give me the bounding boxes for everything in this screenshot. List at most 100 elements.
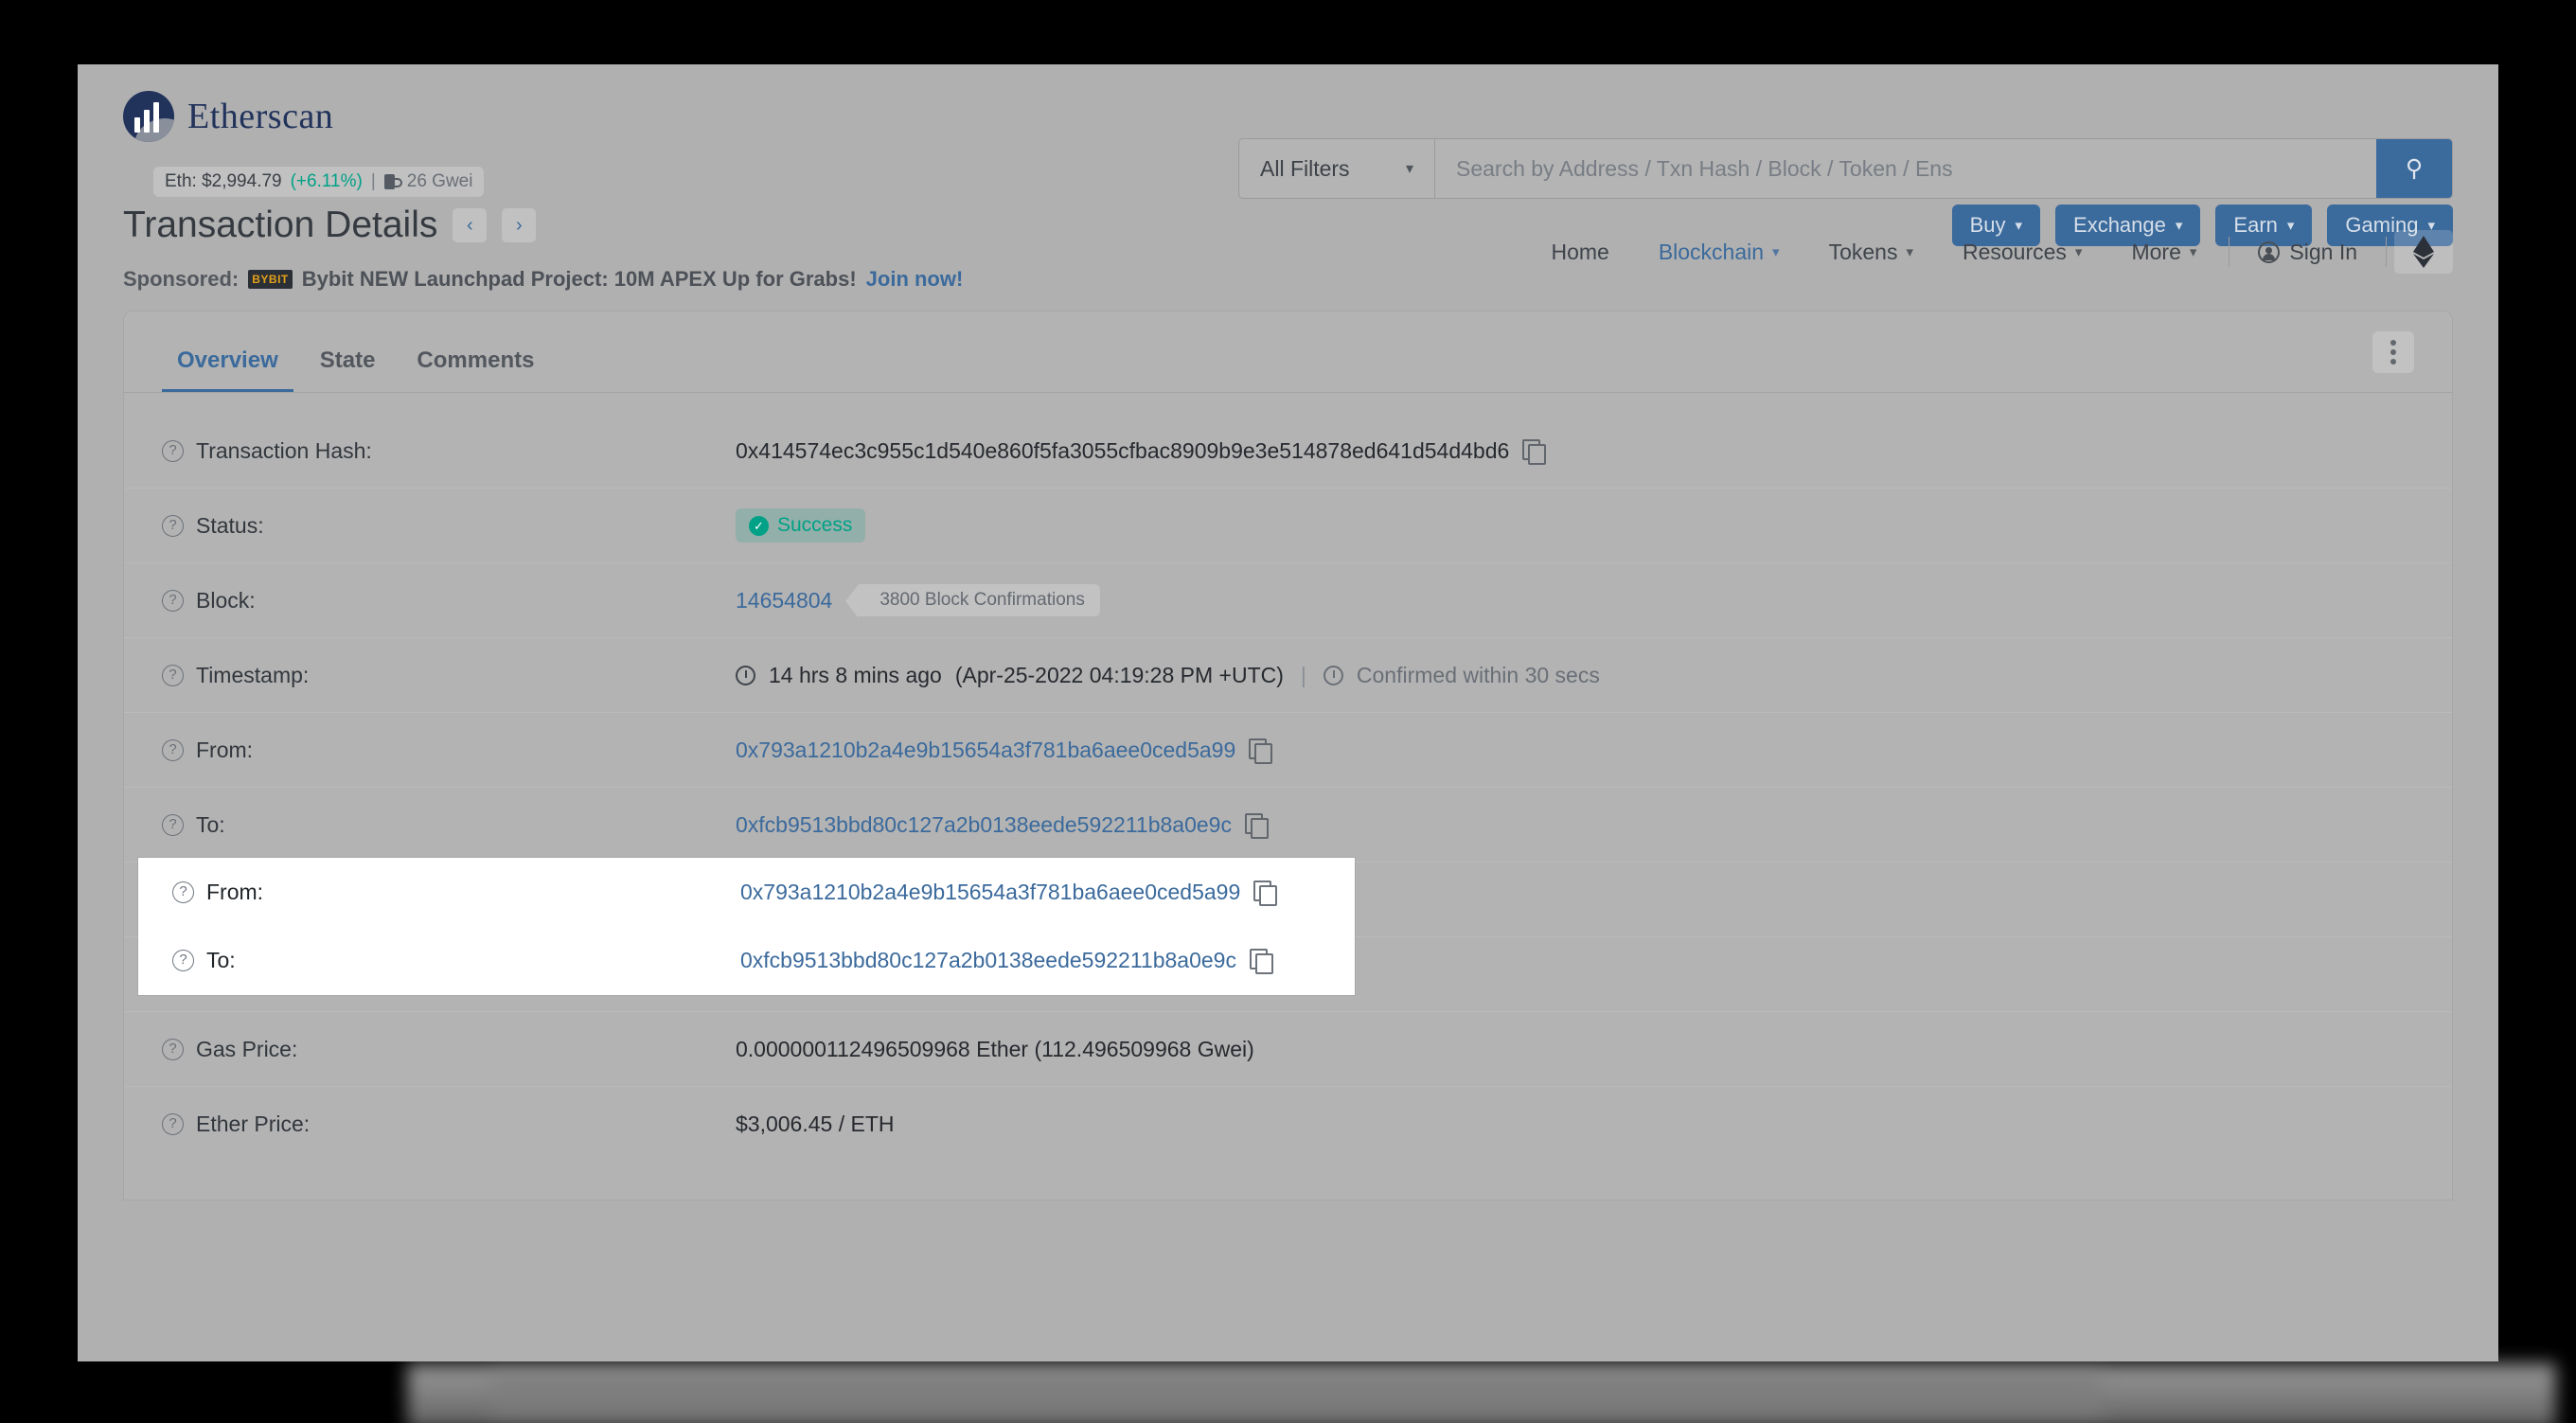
page-title: Transaction Details [123,205,438,245]
sign-in-button[interactable]: Sign In [2237,234,2378,271]
timestamp-relative: 14 hrs 8 mins ago [769,662,942,687]
row-to: ? To: 0xfcb9513bbd80c127a2b0138eede59221… [124,788,2452,863]
chevron-down-icon: ▾ [2074,244,2083,260]
sign-in-label: Sign In [2289,239,2357,264]
row-transaction-hash: ? Transaction Hash: 0x414574ec3c955c1d54… [124,414,2452,489]
stopwatch-icon [1323,665,1343,685]
nav-item-blockchain[interactable]: Blockchain ▾ [1634,234,1804,271]
row-value: ✓ Success [736,508,866,543]
search-filter-label: All Filters [1260,155,1350,181]
to-address-link[interactable]: 0xfcb9513bbd80c127a2b0138eede592211b8a0e… [736,812,1232,838]
label-text: Ether Price: [196,1112,311,1136]
search-filter-select[interactable]: All Filters ▾ [1239,139,1435,198]
transaction-hash-value: 0x414574ec3c955c1d540e860f5fa3055cfbac89… [736,437,1510,463]
help-icon[interactable]: ? [172,880,194,903]
help-icon[interactable]: ? [172,949,194,971]
brand-name: Etherscan [187,97,334,136]
eth-price-change: (+6.11%) [290,171,363,191]
row-label: ? Ether Price: [162,1112,736,1137]
search-icon: ⚲ [2405,155,2424,182]
row-value: 0xfcb9513bbd80c127a2b0138eede592211b8a0e… [736,812,1269,839]
nav-divider [2229,237,2230,267]
tab-bar: Overview State Comments [124,311,2452,393]
label-text: Block: [196,587,256,613]
label-text: To: [196,811,225,837]
next-transaction-button[interactable]: › [502,208,537,242]
tab-label: Comments [417,347,535,373]
nav-label: Home [1551,239,1609,264]
site-header: Etherscan Eth: $2,994.79 (+6.11%) | 26 G… [78,64,2498,274]
copy-icon[interactable] [1249,949,1273,974]
etherscan-logo[interactable]: Etherscan [123,91,333,142]
label-text: From: [196,737,254,762]
copy-icon[interactable] [1244,813,1269,839]
nav-item-tokens[interactable]: Tokens ▾ [1804,234,1938,271]
help-icon[interactable]: ? [162,1113,184,1135]
etherscan-logo-icon [123,91,174,142]
check-circle-icon: ✓ [749,515,769,536]
block-confirmations-tag: 3800 Block Confirmations [845,584,1100,618]
label-text: To: [206,947,236,972]
search-bar[interactable]: All Filters ▾ ⚲ [1238,138,2453,199]
chevron-down-icon: ▾ [1772,244,1780,260]
highlight-row-from: ? From: 0x793a1210b2a4e9b15654a3f781ba6a… [138,858,1355,926]
chevron-down-icon: ▾ [1906,244,1913,260]
row-value: 0xfcb9513bbd80c127a2b0138eede592211b8a0e… [740,948,1273,974]
from-address-link[interactable]: 0x793a1210b2a4e9b15654a3f781ba6aee0ced5a… [736,738,1235,763]
copy-icon[interactable] [1249,738,1273,764]
previous-transaction-button[interactable]: ‹ [453,208,488,242]
timestamp-absolute: (Apr-25-2022 04:19:28 PM +UTC) [954,662,1284,687]
nav-item-resources[interactable]: Resources ▾ [1938,234,2106,271]
row-label: ? To: [172,948,740,973]
row-value: $3,006.45 / ETH [736,1112,895,1137]
sponsored-cta-link[interactable]: Join now! [866,267,964,292]
nav-label: Tokens [1828,239,1898,264]
label-text: Timestamp: [196,662,310,687]
eth-price-ticker: Eth: $2,994.79 (+6.11%) | 26 Gwei [153,167,485,197]
confirmed-within-text: Confirmed within 30 secs [1356,662,1600,687]
highlight-callout-from-to: ? From: 0x793a1210b2a4e9b15654a3f781ba6a… [138,858,1355,995]
chevron-down-icon: ▾ [1405,161,1413,177]
network-switch-button[interactable] [2394,230,2453,274]
row-ether-price: ? Ether Price: $3,006.45 / ETH [124,1087,2452,1162]
tab-list: Overview State Comments [162,311,549,392]
kebab-menu-icon[interactable] [2372,330,2414,373]
row-value: 0x793a1210b2a4e9b15654a3f781ba6aee0ced5a… [736,738,1273,764]
row-label: ? From: [162,738,736,763]
block-number-link[interactable]: 14654804 [736,588,832,614]
to-address-link[interactable]: 0xfcb9513bbd80c127a2b0138eede592211b8a0e… [740,948,1236,973]
row-label: ? Block: [162,588,736,614]
timestamp-separator: | [1300,662,1306,687]
help-icon[interactable]: ? [162,514,184,537]
copy-icon[interactable] [1522,439,1547,465]
from-address-link[interactable]: 0x793a1210b2a4e9b15654a3f781ba6aee0ced5a… [740,880,1240,905]
search-input[interactable] [1435,139,2376,198]
nav-item-more[interactable]: More ▾ [2106,234,2221,271]
row-timestamp: ? Timestamp: 14 hrs 8 mins ago (Apr-25-2… [124,638,2452,713]
help-icon[interactable]: ? [162,664,184,686]
nav-item-home[interactable]: Home [1526,234,1633,271]
status-badge: ✓ Success [736,508,866,543]
help-icon[interactable]: ? [162,589,184,612]
tab-state[interactable]: State [305,311,391,392]
row-label: ? Transaction Hash: [162,438,736,464]
sponsored-label: Sponsored: [123,267,240,291]
help-icon[interactable]: ? [162,1038,184,1060]
nav-label: More [2131,239,2181,264]
search-button[interactable]: ⚲ [2376,139,2452,198]
row-label: ? Gas Price: [162,1037,736,1062]
label-text: Transaction Hash: [196,437,372,463]
help-icon[interactable]: ? [162,738,184,761]
tab-overview[interactable]: Overview [162,311,293,392]
user-circle-icon [2258,240,2281,263]
etherscan-page: Etherscan Eth: $2,994.79 (+6.11%) | 26 G… [78,64,2498,1361]
row-value: 14 hrs 8 mins ago (Apr-25-2022 04:19:28 … [736,663,1600,688]
help-icon[interactable]: ? [162,813,184,836]
row-block: ? Block: 14654804 3800 Block Confirmatio… [124,563,2452,638]
gas-price-value: 26 Gwei [406,171,473,191]
copy-icon[interactable] [1253,880,1278,906]
help-icon[interactable]: ? [162,439,184,462]
row-value: 0.000000112496509968 Ether (112.49650996… [736,1037,1254,1062]
tab-comments[interactable]: Comments [401,311,549,392]
screen-frame: Etherscan Eth: $2,994.79 (+6.11%) | 26 G… [0,0,2576,1423]
